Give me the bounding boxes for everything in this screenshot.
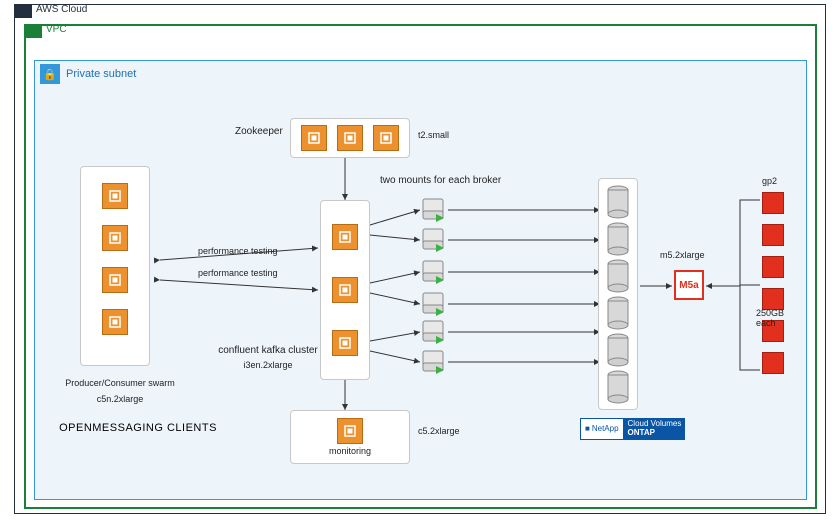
swarm-title: Producer/Consumer swarm xyxy=(60,378,180,388)
cvo-volumes-box xyxy=(598,178,638,410)
zookeeper-box xyxy=(290,118,410,158)
ec2-icon xyxy=(332,224,358,250)
ontap-label: Cloud VolumesONTAP xyxy=(624,418,686,440)
kafka-instance: i3en.2xlarge xyxy=(218,360,318,370)
volume-icon xyxy=(607,296,629,330)
mount-icon xyxy=(422,292,444,321)
perf-testing-label-1: performance testing xyxy=(198,246,278,256)
volume-icon xyxy=(607,185,629,219)
volume-icon xyxy=(607,333,629,367)
perf-testing-label-2: performance testing xyxy=(198,268,278,278)
ec2-icon xyxy=(102,183,128,209)
volume-icon xyxy=(607,370,629,404)
monitoring-box: monitoring xyxy=(290,410,410,464)
swarm-instance: c5n.2xlarge xyxy=(60,394,180,404)
kafka-box xyxy=(320,200,370,380)
mount-icon xyxy=(422,260,444,289)
m5-instance-label: m5.2xlarge xyxy=(660,250,705,260)
ec2-icon xyxy=(373,125,399,151)
ec2-icon xyxy=(337,125,363,151)
zookeeper-instance: t2.small xyxy=(418,130,449,140)
ec2-icon xyxy=(301,125,327,151)
m5a-instance-icon: M5a xyxy=(674,270,704,300)
ebs-size-label: 250GB each xyxy=(756,308,806,328)
lock-icon: 🔒 xyxy=(40,64,60,84)
volume-icon xyxy=(607,222,629,256)
ec2-icon xyxy=(332,277,358,303)
ec2-icon xyxy=(332,330,358,356)
volume-icon xyxy=(607,259,629,293)
netapp-label: ■NetApp xyxy=(580,418,624,440)
ec2-icon xyxy=(337,418,363,444)
ebs-icon xyxy=(762,352,784,374)
ebs-type-label: gp2 xyxy=(762,176,777,186)
openmessaging-clients-label: OPENMESSAGING CLIENTS xyxy=(48,422,228,434)
ebs-icon xyxy=(762,256,784,278)
monitoring-label: monitoring xyxy=(329,446,371,456)
mount-icon xyxy=(422,350,444,379)
ebs-icon xyxy=(762,192,784,214)
mount-icon xyxy=(422,320,444,349)
kafka-label: confluent kafka cluster xyxy=(218,345,318,356)
vpc-label: VPC xyxy=(46,24,67,35)
monitoring-instance: c5.2xlarge xyxy=(418,426,460,436)
ec2-icon xyxy=(102,225,128,251)
ebs-icon xyxy=(762,224,784,246)
mount-icon xyxy=(422,198,444,227)
ec2-icon xyxy=(102,309,128,335)
ebs-group xyxy=(762,192,784,374)
vpc-icon xyxy=(24,24,42,38)
swarm-box xyxy=(80,166,150,366)
netapp-ontap-badge: ■NetApp Cloud VolumesONTAP xyxy=(580,418,685,440)
zookeeper-label: Zookeeper xyxy=(235,126,283,137)
mount-icon xyxy=(422,228,444,257)
diagram-canvas: AWS Cloud VPC 🔒 Private subnet xyxy=(0,0,840,531)
aws-cloud-icon xyxy=(14,4,32,18)
private-subnet-label: Private subnet xyxy=(66,68,136,80)
ec2-icon xyxy=(102,267,128,293)
ebs-icon xyxy=(762,288,784,310)
aws-cloud-label: AWS Cloud xyxy=(36,4,87,15)
mounts-label: two mounts for each broker xyxy=(380,175,501,186)
